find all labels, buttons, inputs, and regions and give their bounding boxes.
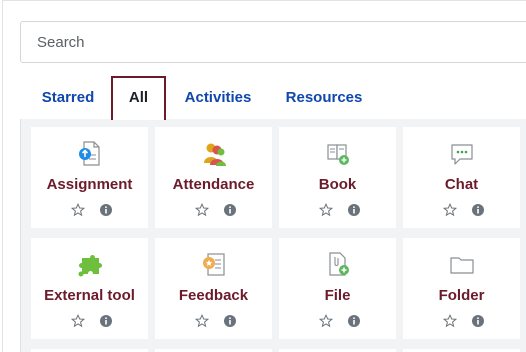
tab-starred[interactable]: Starred — [32, 76, 104, 120]
module-card-file[interactable]: File — [279, 238, 396, 339]
feedback-icon — [202, 253, 225, 276]
info-icon[interactable] — [223, 203, 237, 217]
module-label: Attendance — [172, 176, 255, 193]
info-icon[interactable] — [347, 203, 361, 217]
tab-all[interactable]: All — [111, 76, 166, 120]
module-card-assignment[interactable]: Assignment — [31, 127, 148, 228]
info-icon[interactable] — [99, 314, 113, 328]
star-icon[interactable] — [71, 314, 85, 328]
module-label: File — [324, 287, 351, 304]
module-label: Book — [318, 176, 357, 193]
module-label: Feedback — [178, 287, 249, 304]
module-card-folder[interactable]: Folder — [403, 238, 520, 339]
tab-activities[interactable]: Activities — [176, 76, 260, 120]
info-icon[interactable] — [471, 203, 485, 217]
star-icon[interactable] — [443, 314, 457, 328]
module-card-chat[interactable]: Chat — [403, 127, 520, 228]
star-icon[interactable] — [195, 314, 209, 328]
puzzle-icon — [78, 255, 102, 277]
tab-resources[interactable]: Resources — [278, 76, 370, 120]
module-card-attendance[interactable]: Attendance — [155, 127, 272, 228]
module-grid: Assignment Attendance Book Chat External… — [20, 119, 526, 352]
info-icon[interactable] — [99, 203, 113, 217]
folder-icon — [449, 257, 474, 274]
chat-icon — [450, 144, 473, 165]
tab-bar: Starred All Activities Resources — [0, 76, 526, 120]
info-icon[interactable] — [471, 314, 485, 328]
module-card-book[interactable]: Book — [279, 127, 396, 228]
info-icon[interactable] — [223, 314, 237, 328]
star-icon[interactable] — [71, 203, 85, 217]
info-icon[interactable] — [347, 314, 361, 328]
module-label: Chat — [444, 176, 479, 193]
book-icon — [326, 144, 349, 165]
star-icon[interactable] — [319, 314, 333, 328]
star-icon[interactable] — [319, 203, 333, 217]
module-label: Assignment — [46, 176, 133, 193]
module-card-feedback[interactable]: Feedback — [155, 238, 272, 339]
file-icon — [328, 252, 349, 276]
module-label: External tool — [44, 287, 135, 304]
star-icon[interactable] — [443, 203, 457, 217]
module-card-external-tool[interactable]: External tool — [31, 238, 148, 339]
module-label: Folder — [438, 287, 485, 304]
attendance-icon — [203, 143, 226, 166]
assignment-icon — [78, 141, 100, 166]
search-input[interactable] — [20, 21, 526, 63]
star-icon[interactable] — [195, 203, 209, 217]
